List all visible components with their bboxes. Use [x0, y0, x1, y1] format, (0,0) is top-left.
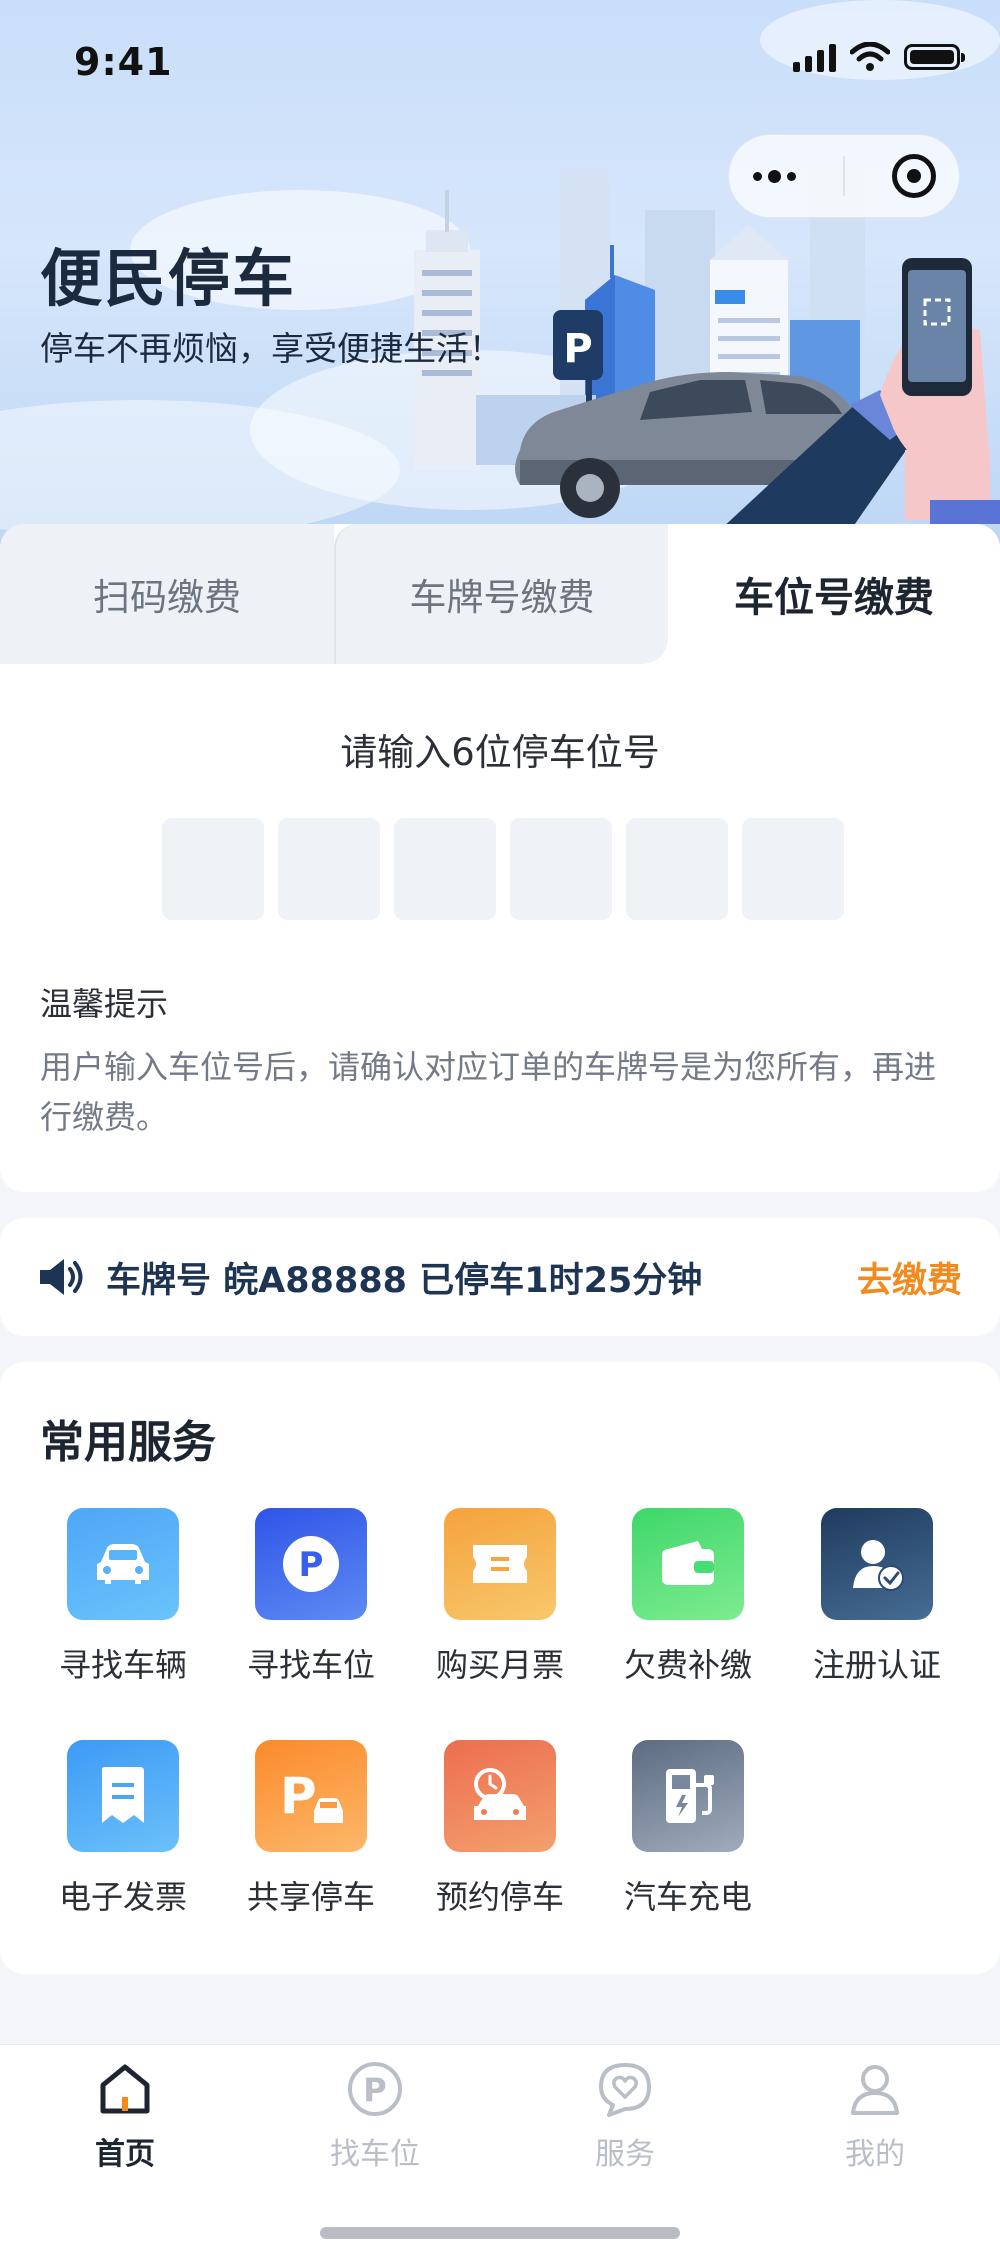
reserve-parking-icon [444, 1740, 556, 1852]
hero-subtitle: 停车不再烦恼，享受便捷生活！ [40, 329, 502, 368]
heart-chat-icon [599, 2063, 651, 2117]
payment-card: 扫码缴费 车牌号缴费 车位号缴费 请输入6位停车位号 温馨提示 用户输入车位号后… [0, 524, 1000, 1192]
service-register[interactable]: 注册认证 [783, 1508, 971, 1686]
tab-plate-pay[interactable]: 车牌号缴费 [334, 524, 668, 664]
services-title: 常用服务 [40, 1417, 216, 1468]
ev-charger-icon [632, 1740, 744, 1852]
service-label: 预约停车 [435, 1878, 564, 1916]
more-icon[interactable] [752, 169, 796, 183]
service-label: 注册认证 [812, 1646, 941, 1684]
signal-icon [793, 42, 836, 72]
common-services: 常用服务 寻找车辆 P 寻找车位 购买月票 欠费补缴 注册认证 电子发票 P 共… [0, 1362, 1000, 1974]
bottom-tab-bar: 首页 P 找车位 服务 我的 [0, 2044, 1000, 2268]
tabbar-item-home[interactable]: 首页 [0, 2059, 250, 2173]
wallet-icon [632, 1508, 744, 1620]
digit-box[interactable] [162, 818, 264, 920]
digit-box[interactable] [626, 818, 728, 920]
service-find-car[interactable]: 寻找车辆 [29, 1508, 217, 1686]
status-icons [793, 42, 965, 72]
user-verify-icon [821, 1508, 933, 1620]
digit-box[interactable] [742, 818, 844, 920]
service-monthly-pass[interactable]: 购买月票 [406, 1508, 594, 1686]
tabbar-item-mine[interactable]: 我的 [750, 2059, 1000, 2173]
service-label: 寻找车位 [246, 1646, 375, 1684]
payment-tabs: 扫码缴费 车牌号缴费 车位号缴费 [0, 524, 1000, 664]
parking-circle-icon: P [348, 2062, 402, 2116]
space-code-input[interactable] [162, 818, 844, 920]
svg-text:P: P [280, 1767, 317, 1825]
tabbar-label: 找车位 [330, 2137, 420, 2172]
digit-box[interactable] [510, 818, 612, 920]
service-ev-charging[interactable]: 汽车充电 [594, 1740, 782, 1918]
space-input-label: 请输入6位停车位号 [340, 731, 660, 774]
service-e-invoice[interactable]: 电子发票 [29, 1740, 217, 1918]
svg-text:P: P [363, 2071, 386, 2109]
tab-scan-pay[interactable]: 扫码缴费 [0, 524, 334, 664]
digit-box[interactable] [278, 818, 380, 920]
invoice-icon [67, 1740, 179, 1852]
notice-text: 车牌号 皖A88888 已停车1时25分钟 [106, 1261, 703, 1301]
mini-program-capsule[interactable] [728, 134, 960, 218]
tabbar-item-service[interactable]: 服务 [500, 2059, 750, 2173]
wifi-icon [850, 42, 890, 71]
service-label: 电子发票 [58, 1878, 187, 1916]
tip-body: 用户输入车位号后，请确认对应订单的车牌号是为您所有，再进行缴费。 [40, 1048, 937, 1136]
speaker-icon [40, 1259, 83, 1295]
hero-title: 便民停车 [40, 242, 297, 315]
service-shared-parking[interactable]: P 共享停车 [217, 1740, 405, 1918]
tab-space-pay[interactable]: 车位号缴费 [644, 524, 1000, 664]
go-pay-link[interactable]: 去缴费 [857, 1252, 962, 1303]
hero-banner: P 9:41 便民停车 停车不再烦恼，享受便捷生活！ [0, 0, 1000, 560]
tip-title: 温馨提示 [40, 985, 169, 1023]
battery-icon [904, 44, 965, 70]
service-reserve-parking[interactable]: 预约停车 [406, 1740, 594, 1918]
ticket-icon [444, 1508, 556, 1620]
parking-notice: 车牌号 皖A88888 已停车1时25分钟 去缴费 [0, 1218, 1000, 1336]
shared-parking-icon: P [255, 1740, 367, 1852]
digit-box[interactable] [394, 818, 496, 920]
service-label: 购买月票 [435, 1646, 564, 1684]
parking-p-icon: P [255, 1508, 367, 1620]
capsule-divider [842, 156, 845, 196]
tabbar-label: 首页 [95, 2137, 155, 2172]
home-icon [100, 2064, 150, 2114]
tabbar-label: 服务 [595, 2137, 655, 2172]
tabbar-label: 我的 [845, 2137, 905, 2172]
service-label: 寻找车辆 [58, 1646, 187, 1684]
service-arrears[interactable]: 欠费补缴 [594, 1508, 782, 1686]
svg-text:P: P [563, 326, 592, 372]
status-bar: 9:41 [0, 0, 1000, 130]
home-indicator [320, 2227, 680, 2239]
service-label: 欠费补缴 [623, 1646, 752, 1684]
user-icon [851, 2065, 899, 2115]
car-icon [67, 1508, 179, 1620]
status-time: 9:41 [74, 40, 173, 84]
service-find-space[interactable]: P 寻找车位 [217, 1508, 405, 1686]
service-label: 汽车充电 [623, 1878, 752, 1916]
close-target-icon[interactable] [891, 154, 936, 198]
service-label: 共享停车 [246, 1878, 375, 1916]
tabbar-item-find-space[interactable]: P 找车位 [250, 2059, 500, 2173]
svg-text:P: P [299, 1545, 324, 1585]
